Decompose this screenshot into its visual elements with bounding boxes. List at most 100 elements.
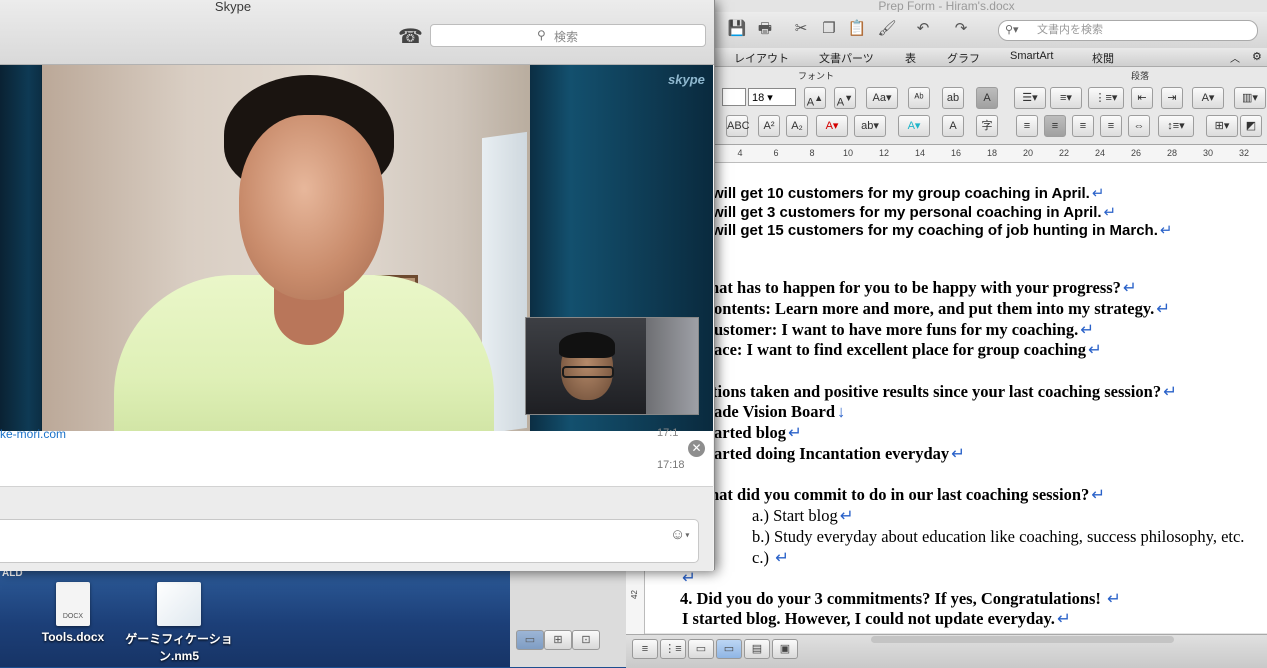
shrink-font-button[interactable]: A▼ (834, 87, 856, 109)
print-layout-view-button[interactable]: ▭ (716, 639, 742, 659)
strikethrough-button[interactable]: ABC (726, 115, 750, 137)
increase-indent-button[interactable]: ⇥ (1161, 87, 1183, 109)
ruler-tick-label: 14 (914, 148, 926, 158)
self-view-video[interactable] (525, 317, 699, 415)
line-spacing-button[interactable]: ↕≡▾ (1158, 115, 1194, 137)
document-page[interactable]: will get 10 customers for my group coach… (644, 163, 1267, 633)
format-painter-icon[interactable]: 🖌 (876, 20, 898, 38)
superscript-button[interactable]: A² (758, 115, 780, 137)
video-call-area[interactable]: skype (0, 65, 713, 431)
doc-line-answer-4: I started blog. However, I could not upd… (682, 609, 1071, 628)
tab-smartart[interactable]: SmartArt (1010, 50, 1053, 62)
ruler-tick-label: 18 (986, 148, 998, 158)
search-icon: ⚲▾ (1005, 24, 1019, 36)
ruler-tick-label: 30 (1202, 148, 1214, 158)
doc-line-commit-b: b.) Study everyday about education like … (752, 527, 1245, 546)
ruler-tick-label: 32 (1238, 148, 1250, 158)
align-left-button[interactable]: ≡ (1016, 115, 1038, 137)
bullets-button[interactable]: ☰▾ (1014, 87, 1046, 109)
desktop-file-tools-docx[interactable]: DOCX Tools.docx (18, 582, 128, 644)
outline-view-button[interactable]: ⋮≡ (660, 639, 686, 659)
undo-icon[interactable]: ↶ (912, 20, 934, 38)
icon-view-button[interactable]: ▭ (516, 630, 544, 650)
close-icon[interactable]: ✕ (688, 440, 705, 457)
ruler-tick-label: 28 (1166, 148, 1178, 158)
shading-button[interactable]: ◩ (1240, 115, 1262, 137)
font-size-select[interactable]: 18 ▾ (748, 88, 796, 106)
text-effects-button[interactable]: A▾ (898, 115, 930, 137)
doc-line-question-4: 4. Did you do your 3 commitments? If yes… (680, 589, 1121, 608)
save-icon[interactable]: 💾 (726, 20, 748, 38)
chat-history: ke-mori.com 17:1 17:18 ✕ (0, 427, 713, 486)
redo-icon[interactable]: ↷ (950, 20, 972, 38)
ribbon-options-icon[interactable]: ⚙ (1252, 50, 1262, 63)
tab-document-parts[interactable]: 文書パーツ (819, 50, 874, 66)
search-icon: ⚲ (537, 28, 546, 42)
ruler-tick-label: 8 (809, 148, 815, 158)
tab-layout[interactable]: レイアウト (734, 50, 789, 66)
tab-chart[interactable]: グラフ (947, 50, 980, 66)
horizontal-ruler: 4 6 8 10 12 14 16 18 20 22 24 26 28 30 32 (714, 145, 1267, 163)
desktop-file-nm5[interactable]: ゲーミフィケーション.nm5 (124, 582, 234, 664)
change-case-button[interactable]: Aa▾ (866, 87, 898, 109)
ruler-tick-label: 6 (773, 148, 779, 158)
doc-line-goal-1: will get 10 customers for my group coach… (712, 185, 1105, 202)
finder-window-fragment: ▭ ⊞ ⊡ (510, 560, 630, 667)
align-center-button[interactable]: ≡ (1044, 115, 1066, 137)
copy-icon[interactable]: ❐ (818, 20, 840, 38)
ruler-tick-label: 26 (1130, 148, 1142, 158)
ruler-tick-label: 24 (1094, 148, 1106, 158)
grid-view-button[interactable]: ⊞ (544, 630, 572, 650)
desktop-file-label: Tools.docx (41, 630, 105, 644)
phonetic-guide-button[interactable]: ab (942, 87, 964, 109)
message-input[interactable]: ☺▾ (0, 519, 699, 563)
presentation-view-button[interactable]: ⊡ (572, 630, 600, 650)
print-icon[interactable]: 🖶 (754, 20, 776, 38)
clear-format-button[interactable]: ᴬᵇ (908, 87, 930, 109)
character-border-button[interactable]: A (976, 87, 998, 109)
document-search-input[interactable]: ⚲▾ 文書内を検索 (998, 20, 1258, 41)
notebook-view-button[interactable]: ▤ (744, 639, 770, 659)
align-right-button[interactable]: ≡ (1072, 115, 1094, 137)
collapse-ribbon-icon[interactable]: ︿ (1230, 50, 1240, 65)
tab-review[interactable]: 校閲 (1092, 50, 1114, 66)
focus-view-button[interactable]: ▣ (772, 639, 798, 659)
skype-search-input[interactable]: ⚲ 検索 (430, 24, 706, 47)
font-color-button[interactable]: A▾ (816, 115, 848, 137)
columns-button[interactable]: ▥▾ (1234, 87, 1266, 109)
font-group-label: フォント (798, 71, 835, 81)
chat-link[interactable]: ke-mori.com (0, 427, 66, 441)
justify-button[interactable]: ≡ (1100, 115, 1122, 137)
enclose-characters-button[interactable]: 字 (976, 115, 998, 137)
docx-file-icon: DOCX (56, 582, 90, 626)
distributed-button[interactable]: ⇔ (1128, 115, 1150, 137)
tab-table[interactable]: 表 (905, 50, 916, 66)
ruler-tick-label: 4 (737, 148, 743, 158)
draft-view-button[interactable]: ≡ (632, 639, 658, 659)
sort-button[interactable]: A▾ (1192, 87, 1224, 109)
font-name-select[interactable] (722, 88, 746, 106)
horizontal-scrollbar[interactable] (871, 636, 1174, 643)
multilevel-list-button[interactable]: ⋮≡▾ (1088, 87, 1124, 109)
cut-icon[interactable]: ✂ (790, 20, 812, 38)
message-timestamp: 17:18 (657, 459, 685, 471)
word-status-bar: ≡ ⋮≡ ▭ ▭ ▤ ▣ (626, 634, 1267, 668)
mindmap-file-icon (157, 582, 201, 626)
emoticon-icon[interactable]: ☺▾ (670, 526, 689, 543)
decrease-indent-button[interactable]: ⇤ (1131, 87, 1153, 109)
dialpad-phone-icon[interactable]: ☎ (398, 24, 423, 49)
subscript-button[interactable]: A₂ (786, 115, 808, 137)
character-shading-button[interactable]: A (942, 115, 964, 137)
publishing-view-button[interactable]: ▭ (688, 639, 714, 659)
ruler-tick-label: 10 (842, 148, 854, 158)
doc-line-commit-c: c.) ↵ (752, 548, 789, 567)
remote-participant (114, 75, 494, 431)
skype-logo-watermark: skype (668, 72, 705, 87)
numbering-button[interactable]: ≡▾ (1050, 87, 1082, 109)
doc-line-place: ace: I want to find excellent place for … (714, 340, 1102, 359)
grow-font-button[interactable]: A▲ (804, 87, 826, 109)
borders-button[interactable]: ⊞▾ (1206, 115, 1238, 137)
highlight-button[interactable]: ab▾ (854, 115, 886, 137)
doc-line-question-commit: hat did you commit to do in our last coa… (710, 485, 1106, 504)
paste-icon[interactable]: 📋 (846, 20, 868, 38)
